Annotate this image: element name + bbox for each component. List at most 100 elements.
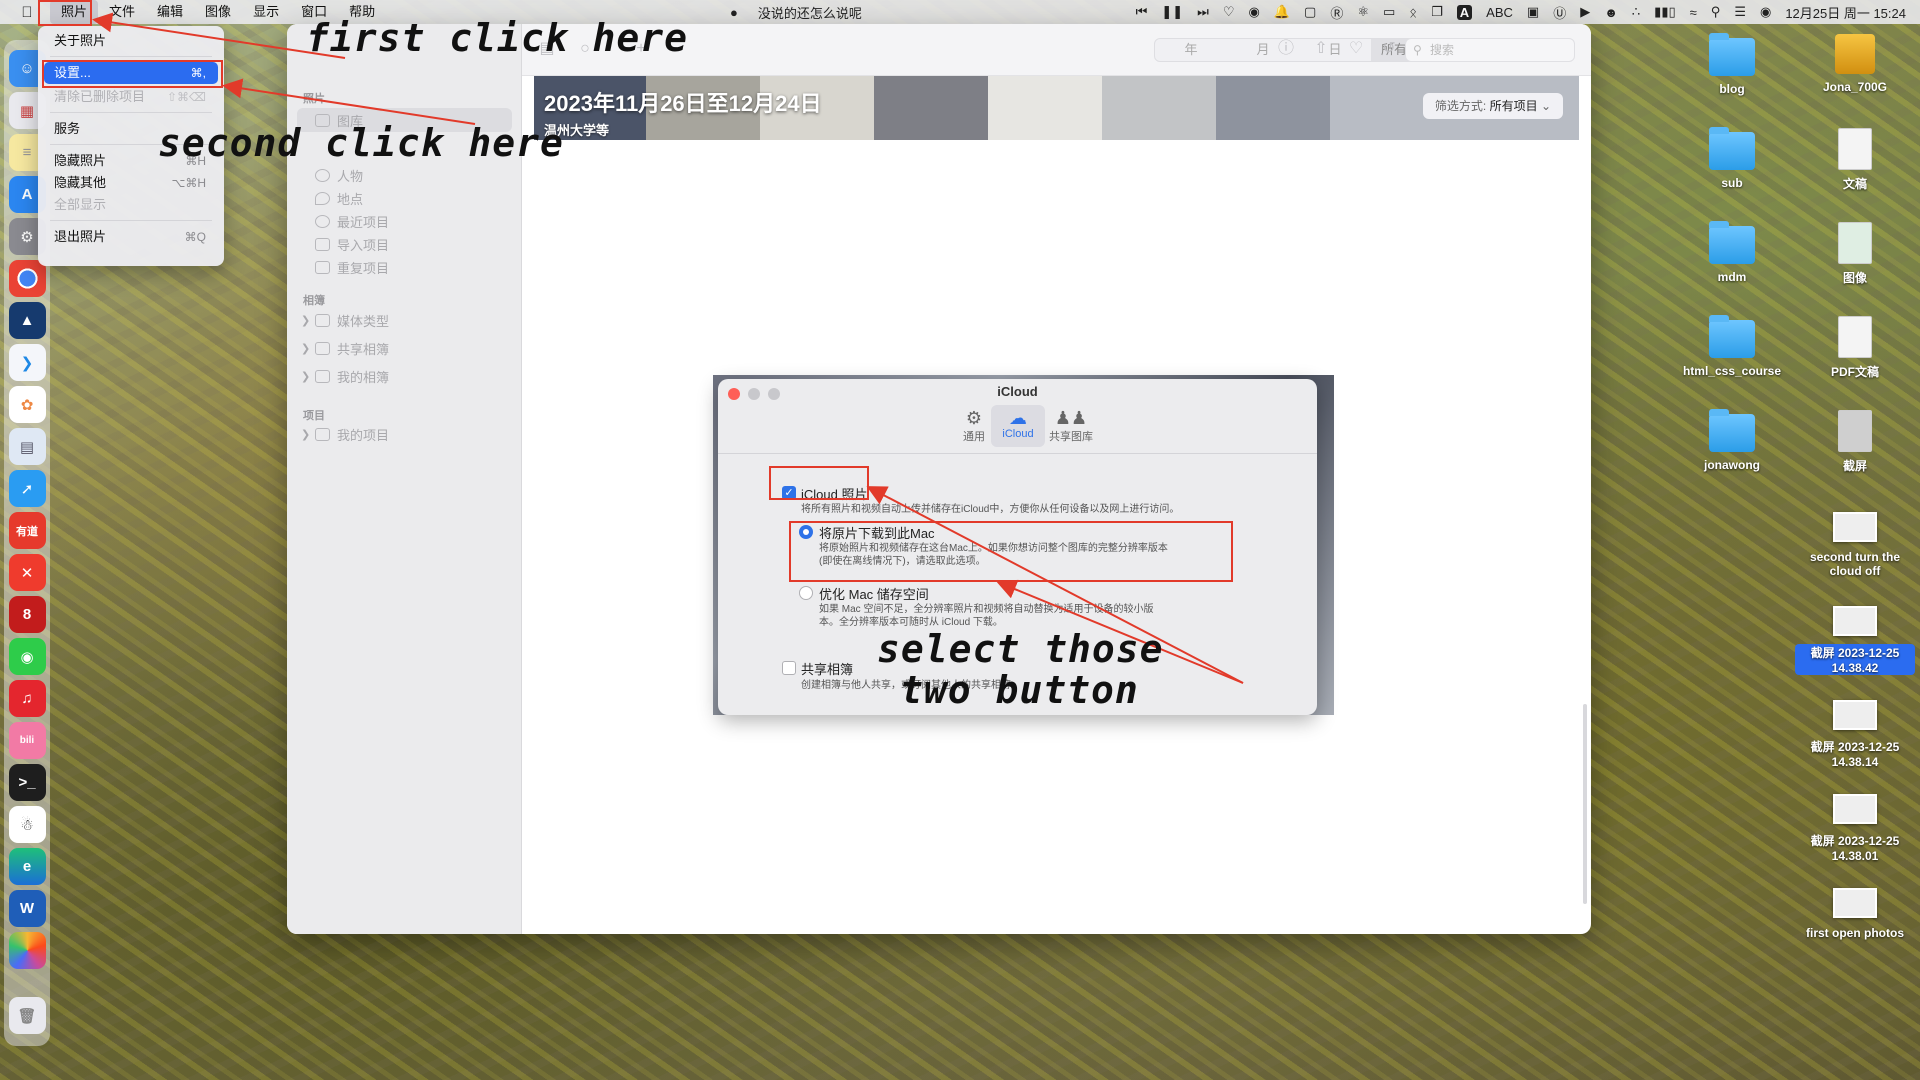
chevron-right-icon[interactable]: ❯	[301, 428, 310, 441]
menu-item-hide-others[interactable]: 隐藏其他 ⌥⌘H	[44, 172, 218, 194]
play-circle-icon[interactable]: ▶	[1580, 4, 1590, 20]
window-stack-icon[interactable]: ❐	[1431, 4, 1443, 20]
pause-icon[interactable]: ❚❚	[1161, 4, 1183, 20]
sidebar-item-recents[interactable]: 最近项目	[315, 212, 389, 231]
menu-view[interactable]: 显示	[242, 0, 290, 24]
sidebar-item-duplicates[interactable]: 重复项目	[315, 258, 389, 277]
chevron-right-icon[interactable]: ❯	[301, 370, 310, 383]
bluetooth-icon[interactable]: ᛟ	[1409, 5, 1417, 20]
battery-icon[interactable]: ▮▮▯	[1654, 4, 1675, 20]
spotlight-search-icon[interactable]: ⚲	[1711, 4, 1721, 20]
menu-image[interactable]: 图像	[194, 0, 242, 24]
activity-icon[interactable]: ∴	[1632, 4, 1640, 20]
bilibili-icon[interactable]: bili	[8, 722, 46, 759]
menu-edit[interactable]: 编辑	[146, 0, 194, 24]
app-eight-icon[interactable]: 8	[8, 596, 46, 633]
youdao-icon[interactable]: 有道	[8, 512, 46, 549]
desktop-folder[interactable]: sub	[1672, 127, 1792, 190]
photo-thumbnail[interactable]	[874, 76, 988, 140]
heart-icon[interactable]: ♡	[1223, 4, 1235, 20]
info-icon[interactable]: ⓘ	[1277, 40, 1295, 58]
music-app-icon[interactable]: ◉	[1249, 4, 1260, 20]
red-app-icon[interactable]: ✕	[8, 554, 46, 591]
favorite-heart-icon[interactable]: ♡	[1347, 40, 1365, 58]
datetime[interactable]: 12月25日 周一 15:24	[1785, 3, 1906, 22]
terminal-icon[interactable]: >_	[8, 764, 46, 801]
wechat-icon[interactable]: ●	[730, 5, 738, 20]
chrome-icon[interactable]	[8, 260, 46, 297]
notification-bell-icon[interactable]: 🔔	[1274, 4, 1290, 20]
menu-file[interactable]: 文件	[98, 0, 146, 24]
sidebar-item-places[interactable]: 地点	[315, 189, 363, 208]
control-center-icon[interactable]: ☰	[1734, 4, 1746, 20]
edge-icon[interactable]: e	[8, 848, 46, 885]
user-icon[interactable]: ☻	[1604, 5, 1618, 20]
sidebar-item-my-albums[interactable]: 我的相簿	[315, 367, 389, 386]
netease-music-icon[interactable]: ♫	[8, 680, 46, 717]
previous-track-icon[interactable]: ⏮	[1136, 4, 1148, 20]
chevron-right-icon[interactable]: ❯	[301, 314, 310, 327]
photo-thumbnail[interactable]	[1102, 76, 1216, 140]
desktop-document[interactable]: 截屏	[1795, 410, 1915, 474]
share-icon[interactable]: ⇧	[1312, 40, 1330, 58]
sidebar-item-media-types[interactable]: 媒体类型	[315, 311, 389, 330]
desktop-folder[interactable]: jonawong	[1672, 409, 1792, 472]
word-icon[interactable]: W	[8, 890, 46, 927]
desktop-folder[interactable]: mdm	[1672, 221, 1792, 284]
photo-moment-banner[interactable]: 2023年11月26日至12月24日 温州大学等 筛选方式: 所有项目 ⌄	[534, 76, 1579, 140]
desktop-drive[interactable]: Jona_700G	[1795, 34, 1915, 94]
clash-icon[interactable]: ⚛	[1357, 4, 1369, 20]
sidebar-item-imports[interactable]: 导入项目	[315, 235, 389, 254]
optimize-storage-radio[interactable]	[799, 586, 813, 600]
tab-shared-library[interactable]: ♟♟ 共享图库	[1044, 405, 1098, 447]
sidebar-item-my-projects[interactable]: 我的项目	[315, 425, 389, 444]
desktop-document[interactable]: PDF文稿	[1795, 316, 1915, 380]
tab-label: 通用	[963, 431, 985, 443]
preview-icon[interactable]: ▤	[8, 428, 46, 465]
desktop-screenshot[interactable]: 截屏 2023-12-25 14.38.42	[1795, 600, 1915, 675]
desktop-document[interactable]: 图像	[1795, 222, 1915, 286]
desktop-folder[interactable]: html_css_course	[1672, 315, 1792, 378]
search-input[interactable]: ⚲ 搜索	[1405, 38, 1575, 62]
scrollbar[interactable]	[1583, 704, 1587, 904]
chevron-right-icon[interactable]: ❯	[301, 342, 310, 355]
rotate-icon[interactable]: ↺	[1380, 40, 1398, 58]
shared-albums-checkbox[interactable]	[782, 661, 796, 675]
colorful-app-icon[interactable]: ✿	[8, 386, 46, 423]
photo-thumbnail[interactable]	[1216, 76, 1330, 140]
menu-item-about[interactable]: 关于照片	[44, 30, 218, 52]
desktop-screenshot[interactable]: 截屏 2023-12-25 14.38.14	[1795, 694, 1915, 769]
wechat-dock-icon[interactable]: ◉	[8, 638, 46, 675]
vscode-icon[interactable]: ❯	[8, 344, 46, 381]
desktop-screenshot[interactable]: first open photos	[1795, 882, 1915, 940]
sidebar-item-people[interactable]: 人物	[315, 166, 363, 185]
next-track-icon[interactable]: ⏭	[1197, 4, 1209, 20]
trash-icon[interactable]: 🗑	[8, 997, 46, 1034]
desktop-folder[interactable]: blog	[1672, 33, 1792, 96]
headphones-icon[interactable]: Ⓤ	[1553, 3, 1566, 22]
tab-icloud[interactable]: ☁ iCloud	[991, 405, 1045, 447]
photos-app-icon[interactable]	[8, 932, 46, 969]
wifi-icon[interactable]: ≈	[1690, 5, 1697, 20]
screen-mirror-icon[interactable]: ▣	[1527, 4, 1539, 20]
instruments-icon[interactable]: ▲	[8, 302, 46, 339]
siri-icon[interactable]: ◉	[1760, 4, 1771, 20]
annotation-second-click: second click here	[158, 121, 564, 165]
filter-dropdown[interactable]: 筛选方式: 所有项目 ⌄	[1422, 93, 1563, 119]
sidebar-app-icon[interactable]: ▢	[1304, 4, 1316, 20]
input-method-icon[interactable]: A	[1456, 4, 1473, 20]
screenshot-folder-icon	[1838, 410, 1872, 452]
safari-icon[interactable]: ➚	[8, 470, 46, 507]
input-method-label[interactable]: ABC	[1486, 5, 1513, 20]
sidebar-item-shared-albums[interactable]: 共享相簿	[315, 339, 389, 358]
desktop-screenshot[interactable]: 截屏 2023-12-25 14.38.01	[1795, 788, 1915, 863]
tab-years[interactable]: 年	[1155, 39, 1227, 61]
menu-item-quit[interactable]: 退出照片 ⌘Q	[44, 226, 218, 248]
qq-icon[interactable]: ☃	[8, 806, 46, 843]
photo-thumbnail[interactable]	[988, 76, 1102, 140]
desktop-document[interactable]: 文稿	[1795, 128, 1915, 192]
desktop-screenshot[interactable]: second turn the cloud off	[1795, 506, 1915, 578]
grammarly-icon[interactable]: Ⓡ	[1330, 3, 1343, 22]
apple-menu-icon[interactable]: 	[18, 3, 36, 21]
display-icon[interactable]: ▭	[1383, 4, 1395, 20]
